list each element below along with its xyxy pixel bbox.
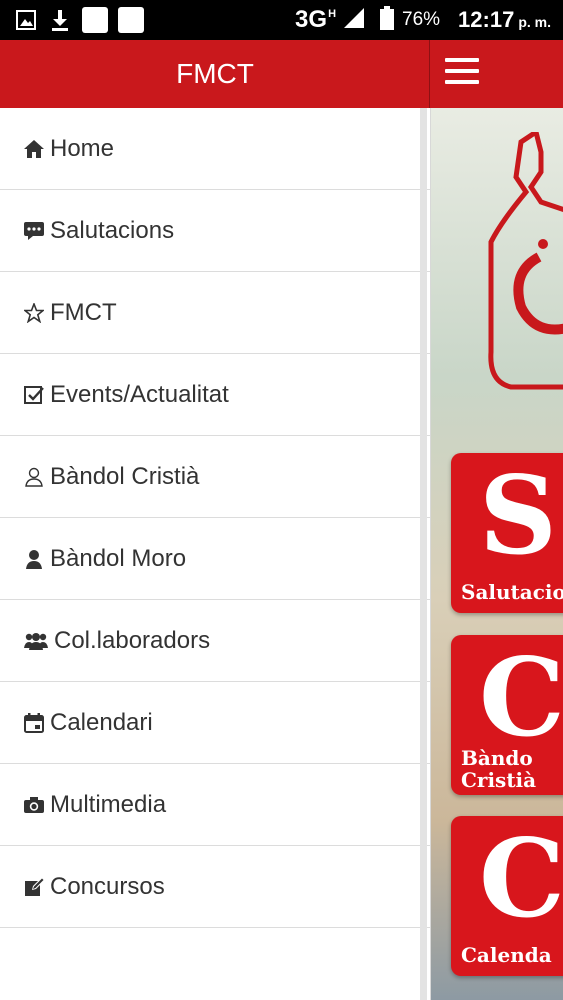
notification-icons	[14, 7, 144, 33]
tile-salutacions[interactable]: S Salutacio	[451, 453, 563, 613]
app-bar-divider	[429, 40, 430, 108]
drawer-title: FMCT	[176, 58, 254, 89]
menu-item-label: Salutacions	[50, 216, 175, 244]
menu-item-label: Bàndol Cristià	[50, 462, 200, 490]
fmct-logo	[481, 127, 563, 397]
camera-icon	[24, 795, 44, 815]
menu-item-label: Calendari	[50, 708, 153, 736]
tile-caption: Calenda	[461, 943, 552, 967]
main-content: S Salutacio C Bàndo Cristià C Calenda	[431, 108, 563, 1000]
tile-bandol-cristia[interactable]: C Bàndo Cristià	[451, 635, 563, 795]
menu-item-label: Home	[50, 134, 115, 162]
menu-item-label: Bàndol Moro	[50, 544, 187, 572]
menu-item-home[interactable]: Home	[0, 108, 430, 190]
menu-item-concursos[interactable]: Concursos	[0, 846, 430, 928]
comment-icon	[24, 221, 44, 241]
menu-hamburger-icon[interactable]	[445, 58, 479, 88]
tile-letter: C	[479, 816, 563, 942]
tile-letter: C	[479, 635, 563, 761]
menu-item-collaboradors[interactable]: Col.laboradors	[0, 600, 430, 682]
menu-item-label: Events/Actualitat	[50, 380, 229, 408]
menu-item-fmct[interactable]: FMCT	[0, 272, 430, 354]
user-outline-icon	[24, 467, 44, 487]
battery-icon	[380, 5, 395, 35]
menu-item-multimedia[interactable]: Multimedia	[0, 764, 430, 846]
battery-percentage: 76%	[402, 9, 441, 30]
tile-caption: Salutacio	[461, 580, 563, 604]
tile-caption: Bàndo Cristià	[461, 746, 537, 792]
checkbox-icon	[24, 385, 44, 405]
menu-item-events[interactable]: Events/Actualitat	[0, 354, 430, 436]
menu-item-bandol-cristia[interactable]: Bàndol Cristià	[0, 436, 430, 518]
navigation-drawer: Home Salutacions FMCT Events/Actualitat …	[0, 108, 431, 1000]
edit-icon	[24, 877, 44, 897]
menu-item-label: Multimedia	[50, 790, 167, 818]
star-icon	[24, 302, 44, 323]
menu-item-label: Concursos	[50, 872, 165, 900]
notification-square-icon	[118, 7, 144, 33]
tile-letter: S	[479, 453, 557, 579]
menu-item-calendari[interactable]: Calendari	[0, 682, 430, 764]
menu-item-label: Col.laboradors	[54, 626, 211, 654]
home-icon	[24, 139, 44, 159]
app-bar: FMCT	[0, 40, 563, 108]
signal-icon	[344, 7, 366, 33]
menu-item-bandol-moro[interactable]: Bàndol Moro	[0, 518, 430, 600]
network-indicator: 3G H	[295, 6, 337, 33]
group-icon	[24, 631, 48, 651]
download-icon	[48, 8, 72, 32]
notification-square-icon	[82, 7, 108, 33]
tile-calendari[interactable]: C Calenda	[451, 816, 563, 976]
drawer-scrollbar[interactable]	[420, 108, 427, 1000]
menu-item-salutacions[interactable]: Salutacions	[0, 190, 430, 272]
calendar-icon	[24, 712, 44, 733]
user-icon	[24, 549, 44, 569]
status-bar: 3G H 76% 12:17 p. m.	[0, 0, 563, 40]
clock: 12:17 p. m.	[458, 7, 551, 32]
image-notification-icon	[14, 8, 38, 32]
menu-item-label: FMCT	[50, 298, 117, 326]
